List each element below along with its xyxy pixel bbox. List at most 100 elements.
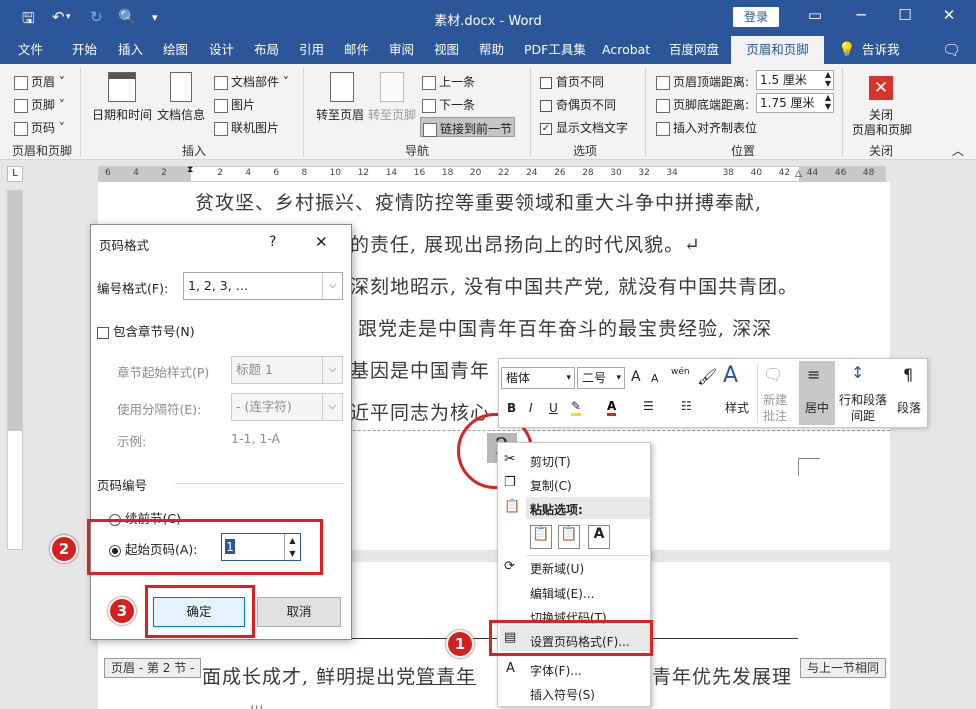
paragraph-button[interactable]: 段落 [897,399,921,416]
vertical-ruler[interactable] [7,190,23,550]
tab-home[interactable]: 开始 [72,36,97,64]
body-paragraph-line-cut: 一批 [228,700,268,709]
body-paragraph-line[interactable]: 基因是中国青年 [350,356,490,383]
ruler-tick-label: 4 [245,168,252,178]
paste-merge-format-icon[interactable]: 📋 [558,525,580,549]
cancel-button[interactable]: 取消 [257,597,341,627]
footer-bottom-spinner[interactable]: 1.75 厘米 ▲ ▼ [756,93,834,113]
goto-footer-button: 转至页脚 [368,108,417,122]
line-spacing-icon[interactable]: ↕ [851,363,864,382]
tell-me-search[interactable]: 告诉我 [862,36,900,64]
numbering-icon[interactable]: ☷ [681,399,692,413]
close-header-footer-button-line2[interactable]: 页眉和页脚 [852,121,912,138]
shrink-font-icon[interactable]: A [651,372,659,385]
login-button[interactable]: 登录 [733,7,779,27]
date-time-button[interactable]: 日期和时间 [92,106,152,123]
line-spacing-button[interactable]: 行和段落 [839,391,887,408]
tab-pdf-tools[interactable]: PDF工具集 [524,36,586,64]
dialog-close-button[interactable]: ✕ [315,233,328,251]
close-button[interactable]: ✕ [934,6,964,24]
bullets-icon[interactable]: ☰ [643,399,654,413]
menu-item-copy[interactable]: 复制(C) [530,477,572,494]
previous-button[interactable]: 上一条 [422,73,475,90]
tab-draw[interactable]: 绘图 [163,36,188,64]
tab-selector[interactable]: L [7,166,23,182]
tab-view[interactable]: 视图 [434,36,459,64]
tab-references[interactable]: 引用 [299,36,324,64]
share-icon[interactable]: 🗨 [942,36,961,64]
ruler-tick-label: 24 [526,168,538,178]
ribbon-display-icon[interactable]: ▭ [800,6,830,24]
styles-button[interactable]: 样式 [725,399,749,416]
horizontal-ruler[interactable]: 6 4 2 2 4 6 8 10 12 14 16 18 20 22 24 26 28 30 32 34 38 40 42 4… [98,165,886,182]
styles-icon[interactable]: A [723,363,738,388]
header-button[interactable]: 页眉 ˅ [14,73,65,90]
help-button[interactable]: ? [269,234,276,250]
close-header-footer-icon[interactable]: ✕ [869,76,893,100]
link-to-previous-button[interactable]: 链接到前一节 [420,117,516,137]
insert-alignment-tab-button[interactable]: 插入对齐制表位 [656,119,757,136]
format-painter-icon[interactable]: 🖌 [697,367,717,386]
chapter-style-label: 章节起始样式(P) [117,365,210,380]
include-chapter-checkbox[interactable]: 包含章节号(N) [97,321,195,340]
body-paragraph-line[interactable]: 青年优先发展理 [652,662,792,689]
body-paragraph-line[interactable]: 面成长成才, 鲜明提出党管青年 [202,662,476,689]
highlight-color-icon[interactable]: ✎ [571,399,582,416]
body-paragraph-line[interactable]: 贫攻坚、乡村振兴、疫情防控等重要领域和重大斗争中拼搏奉献, [195,188,762,215]
document-info-button[interactable]: 文档信息 [157,106,205,123]
paste-text-only-icon[interactable]: A [588,525,610,549]
underline-button[interactable]: U [549,401,558,415]
tab-acrobat[interactable]: Acrobat [602,36,650,64]
number-format-select[interactable]: 1, 2, 3, … ⌵ [183,272,343,300]
body-paragraph-line[interactable]: 的责任, 展现出昂扬向上的时代风貌。↵ [350,230,701,257]
restore-button[interactable]: ☐ [890,6,920,24]
spinner-arrows-icon[interactable]: ▲ ▼ [825,70,831,88]
different-odd-even-checkbox[interactable]: 奇偶页不同 [540,96,616,113]
next-button[interactable]: 下一条 [422,96,475,113]
font-size-combo[interactable]: 二号 ▾ [577,367,625,389]
tab-insert[interactable]: 插入 [118,36,143,64]
ribbon-separator [645,68,646,156]
menu-item-update-field[interactable]: 更新域(U) [530,560,584,577]
body-paragraph-line[interactable]: 跟党走是中国青年百年奋斗的最宝贵经验, 深深 [358,314,772,341]
online-pictures-button[interactable]: 联机图片 [214,119,279,136]
center-button[interactable]: ≡ 居中 [799,361,835,425]
grow-font-icon[interactable]: A [631,369,641,385]
line-spacing-button-line2[interactable]: 间距 [851,407,875,424]
body-paragraph-line[interactable]: 近平同志为核心 [350,398,490,425]
paragraph-icon[interactable]: ¶ [903,365,913,384]
tab-mailings[interactable]: 邮件 [344,36,369,64]
menu-item-font[interactable]: 字体(F)... [530,662,582,679]
tab-baidu-netdisk[interactable]: 百度网盘 [669,36,719,64]
spinner-arrows-icon[interactable]: ▲ ▼ [825,93,831,111]
different-first-page-checkbox[interactable]: 首页不同 [540,73,604,90]
footer-button[interactable]: 页脚 ˅ [14,96,65,113]
tab-review[interactable]: 审阅 [389,36,414,64]
tab-help[interactable]: 帮助 [479,36,504,64]
right-indent-marker-icon[interactable]: △ [795,169,802,179]
bold-button[interactable]: B [507,401,516,415]
chevron-down-icon: ▾ [616,373,621,383]
tab-file[interactable]: 文件 [18,36,43,64]
font-color-icon[interactable]: A [607,399,617,416]
minimize-button[interactable]: ─ [846,6,876,24]
italic-button[interactable]: I [529,401,533,415]
header-top-spinner[interactable]: 1.5 厘米 ▲ ▼ [756,70,834,90]
menu-item-cut[interactable]: 剪切(T) [530,453,571,470]
goto-header-button[interactable]: 转至页眉 [316,106,364,123]
pictures-button[interactable]: 图片 [214,96,255,113]
collapse-ribbon-icon[interactable]: ︿ [952,142,964,159]
tab-header-footer[interactable]: 页眉和页脚 [731,36,824,64]
show-document-text-checkbox[interactable]: ✓ 显示文档文字 [540,119,628,136]
menu-item-insert-symbol[interactable]: 插入符号(S) [530,686,595,703]
tab-design[interactable]: 设计 [209,36,234,64]
indent-marker-icon[interactable]: ⧗ [187,165,193,175]
menu-item-edit-field[interactable]: 编辑域(E)... [530,585,594,602]
tab-layout[interactable]: 布局 [254,36,279,64]
body-paragraph-line[interactable]: 深刻地昭示, 没有中国共产党, 就没有中国共青团。 [350,272,798,299]
phonetic-guide-icon[interactable]: wén [671,367,690,377]
paste-keep-format-icon[interactable]: 📋 [530,525,552,549]
font-name-combo[interactable]: 楷体 ▾ [501,367,575,389]
page-number-button[interactable]: 页码 ˅ [14,119,65,136]
quick-parts-button[interactable]: 文档部件 ˅ [214,73,289,90]
